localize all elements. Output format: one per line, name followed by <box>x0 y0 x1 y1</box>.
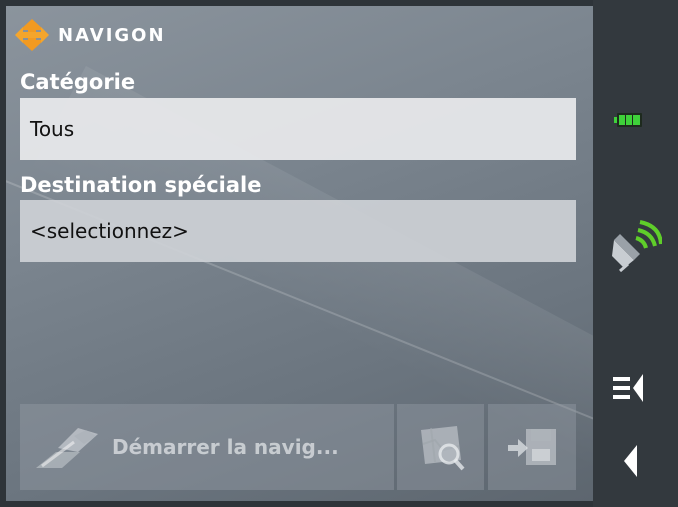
brand-header: NAVIGON <box>14 18 166 52</box>
start-navigation-label: Démarrer la navig... <box>112 435 339 459</box>
start-navigation-icon <box>36 428 98 468</box>
category-value: Tous <box>30 117 75 141</box>
right-sidebar <box>593 0 678 507</box>
category-label: Catégorie <box>20 70 136 94</box>
save-icon <box>508 429 556 465</box>
navigon-logo-icon <box>15 19 49 51</box>
category-field[interactable]: Tous <box>20 98 576 160</box>
main-panel: NAVIGON Catégorie Tous Destination spéci… <box>6 6 593 501</box>
menu-back-icon[interactable] <box>613 372 651 404</box>
map-search-icon <box>420 426 464 471</box>
navigon-screen: NAVIGON Catégorie Tous Destination spéci… <box>0 0 678 507</box>
battery-icon <box>614 113 642 127</box>
back-arrow-icon[interactable] <box>621 443 641 479</box>
save-destination-button[interactable] <box>488 404 576 490</box>
brand-name: NAVIGON <box>58 24 166 46</box>
show-map-button[interactable] <box>397 404 484 490</box>
start-navigation-button[interactable]: Démarrer la navig... <box>20 404 394 490</box>
destination-label: Destination spéciale <box>20 173 262 197</box>
gps-satellite-icon <box>612 220 662 272</box>
destination-value: <selectionnez> <box>30 219 189 243</box>
destination-field[interactable]: <selectionnez> <box>20 200 576 262</box>
